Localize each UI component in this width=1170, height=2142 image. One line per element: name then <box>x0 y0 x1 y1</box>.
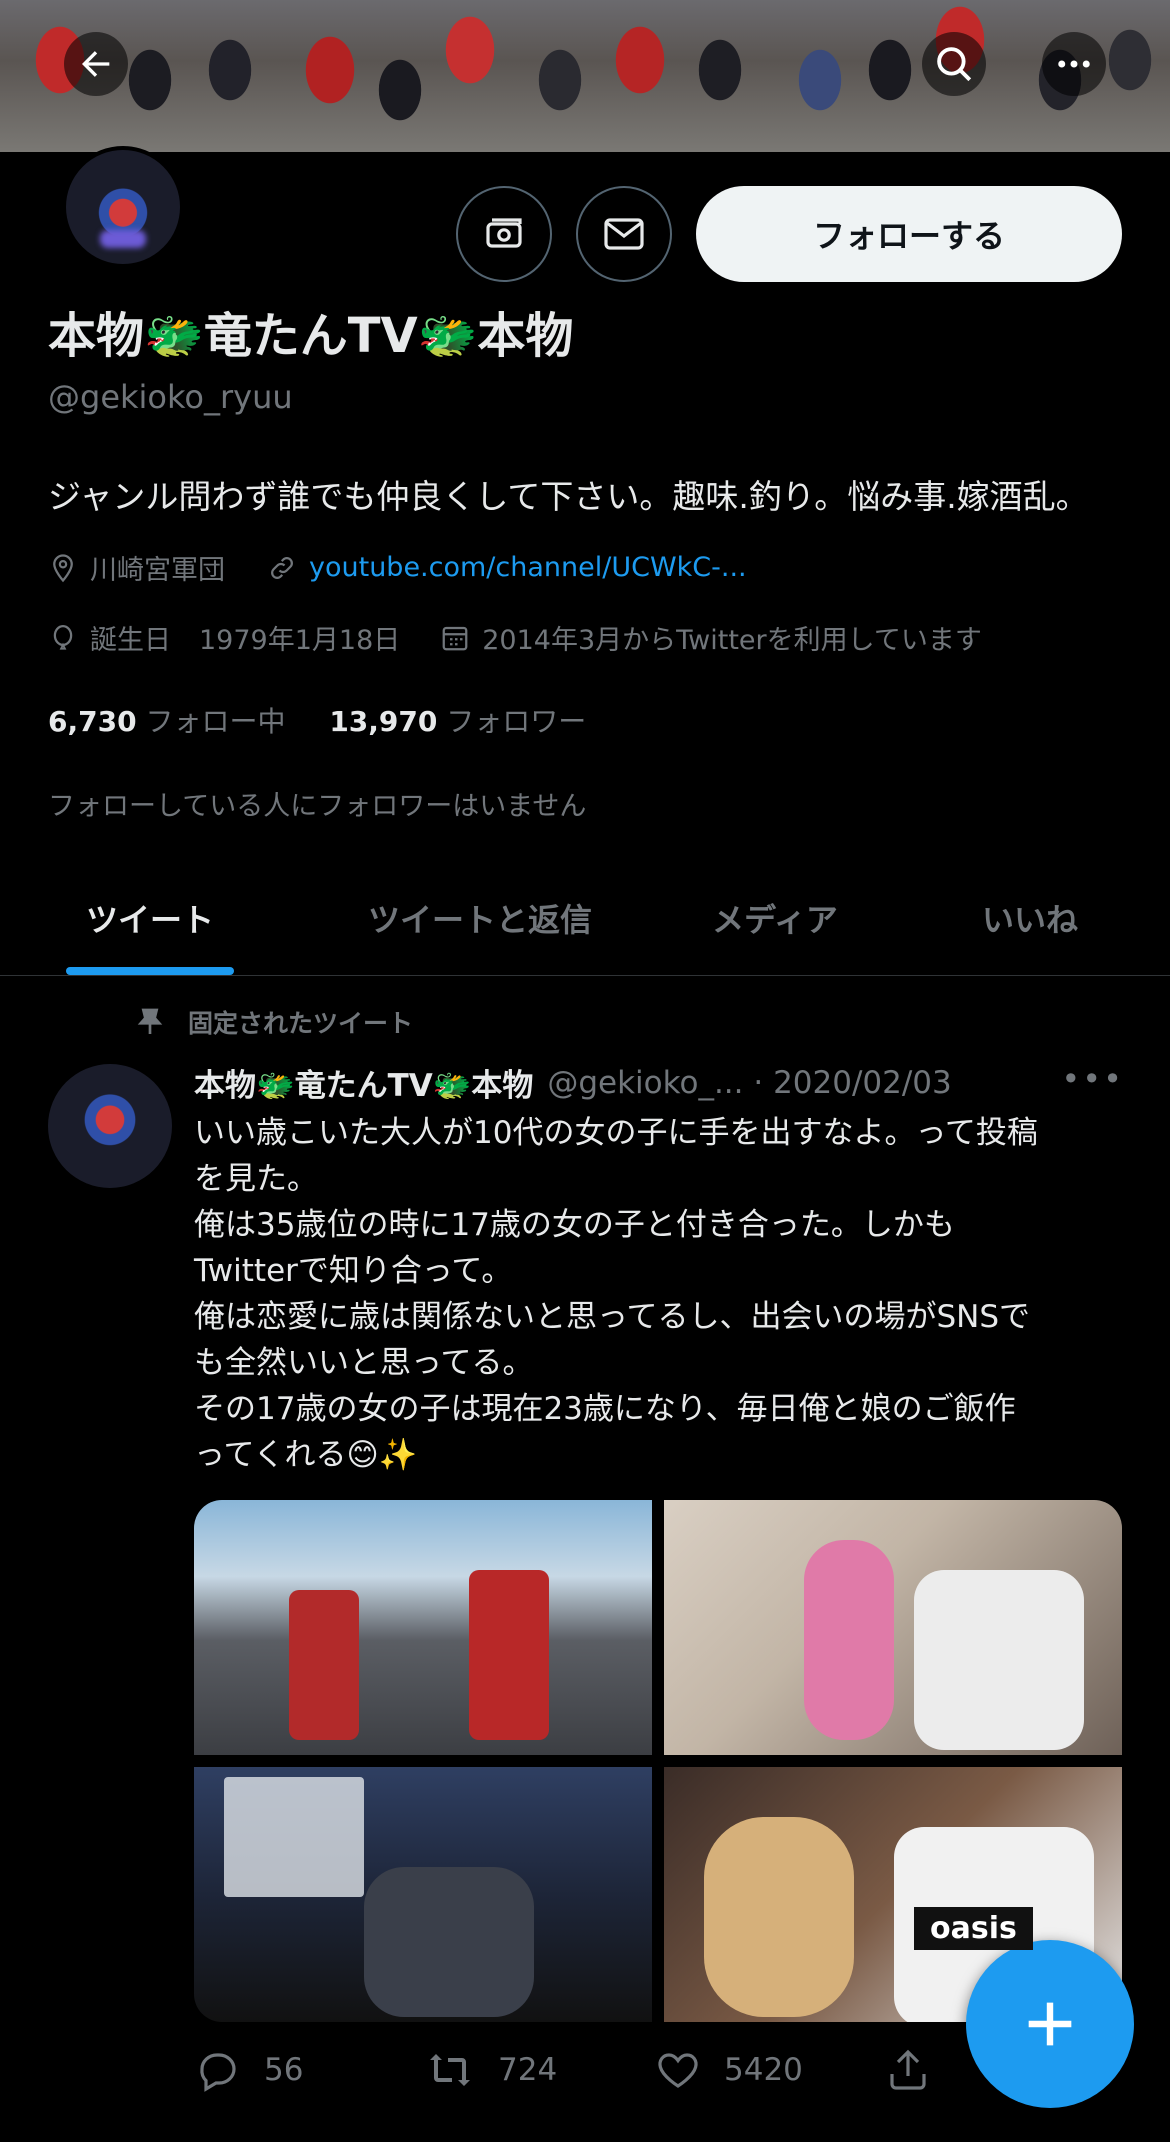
like-count: 5420 <box>724 2052 803 2088</box>
profile-bio: ジャンル問わず誰でも仲良くして下さい。趣味.釣り。悩み事.嫁酒乱。 <box>48 477 1089 516</box>
tweet-line: その17歳の女の子は現在23歳になり、毎日俺と娘のご飯作 <box>194 1391 1016 1427</box>
profile-avatar[interactable] <box>62 146 184 268</box>
retweet-count: 724 <box>498 2052 558 2088</box>
profile-stats: 6,730 フォロー中 13,970 フォロワー <box>48 700 586 740</box>
following-count: 6,730 <box>48 705 137 738</box>
search-icon <box>937 47 972 82</box>
tweet-line: ってくれる😊✨ <box>194 1437 418 1473</box>
more-dots-icon <box>1058 60 1090 68</box>
tweet-author-avatar[interactable] <box>48 1064 172 1188</box>
search-button[interactable] <box>922 32 986 96</box>
followers-count: 13,970 <box>329 705 438 738</box>
following-label: フォロー中 <box>145 705 286 738</box>
profile-birthday: 1979年1月18日 <box>199 625 401 656</box>
profile-joined: 2014年3月からTwitterを利用しています <box>482 625 982 656</box>
tweet-line: 俺は35歳位の時に17歳の女の子と付き合った。しかも <box>194 1207 955 1243</box>
compose-tweet-button[interactable] <box>966 1940 1134 2108</box>
tweet-header: 本物🐲竜たんTV🐲本物 @gekioko_... · 2020/02/03 ••… <box>194 1060 1134 1105</box>
tweet-author-name[interactable]: 本物🐲竜たんTV🐲本物 <box>194 1060 533 1105</box>
share-button[interactable] <box>884 2046 954 2094</box>
tab-likes[interactable]: いいね <box>890 860 1170 975</box>
following-link[interactable]: 6,730 フォロー中 <box>48 705 286 738</box>
back-arrow-icon <box>82 51 110 77</box>
shirt-logo-text: oasis <box>914 1907 1033 1950</box>
profile-meta-row-1: 川崎宮軍団 youtube.com/channel/UCWkC-... <box>48 548 747 587</box>
tab-media[interactable]: メディア <box>660 860 890 975</box>
tweet-line: を見た。 <box>194 1161 318 1197</box>
tweet-media-grid: oasis <box>194 1500 1122 2022</box>
envelope-icon <box>604 218 644 250</box>
profile-meta-row-2: 誕生日 1979年1月18日 2014年3月からTwitterを利用しています <box>48 618 982 657</box>
link-icon <box>271 556 293 579</box>
follow-button[interactable]: フォローする <box>696 186 1122 282</box>
more-button[interactable] <box>1042 32 1106 96</box>
tip-jar-button[interactable] <box>456 186 552 282</box>
tab-tweets[interactable]: ツイート <box>0 860 300 975</box>
retweet-icon <box>430 2054 470 2086</box>
tweet-photo-family[interactable] <box>664 1500 1122 1755</box>
reply-button[interactable]: 56 <box>194 2046 424 2094</box>
calendar-icon <box>442 626 468 650</box>
tweet-more-button[interactable]: ••• <box>1061 1060 1124 1098</box>
reply-count: 56 <box>264 2052 304 2088</box>
profile-banner[interactable] <box>0 0 1170 152</box>
followed-by-note: フォローしている人にフォロワーはいません <box>48 791 587 822</box>
message-button[interactable] <box>576 186 672 282</box>
share-icon <box>890 2049 926 2090</box>
tweet-line: も全然いいと思ってる。 <box>194 1345 534 1381</box>
profile-location: 川崎宮軍団 <box>90 555 225 586</box>
tweet-line: Twitterで知り合って。 <box>194 1253 513 1289</box>
tweet-photo-motorcycles[interactable] <box>194 1500 652 1755</box>
pinned-text: 固定されたツイート <box>188 1009 414 1038</box>
tab-tweets-and-replies[interactable]: ツイートと返信 <box>300 860 660 975</box>
profile-website-link[interactable]: youtube.com/channel/UCWkC-... <box>309 552 747 583</box>
profile-tabs: ツイート ツイートと返信 メディア いいね <box>0 860 1170 976</box>
retweet-button[interactable]: 724 <box>424 2046 654 2094</box>
money-icon <box>486 218 522 248</box>
tweet-actions: 56 724 5420 <box>194 2040 954 2100</box>
pinned-tweet-label: 固定されたツイート <box>134 1004 413 1040</box>
tweet-text: いい歳こいた大人が10代の女の子に手を出すなよ。って投稿 を見た。 俺は35歳位… <box>194 1110 1134 1478</box>
birthday-label: 誕生日 <box>90 625 171 656</box>
followers-label: フォロワー <box>446 705 587 738</box>
banner-photo <box>0 0 1170 152</box>
profile-handle: @gekioko_ryuu <box>48 378 293 416</box>
location-pin-icon <box>53 553 73 582</box>
tweet-line: 俺は恋愛に歳は関係ないと思ってるし、出会いの場がSNSで <box>194 1299 1030 1335</box>
pin-icon <box>137 1008 163 1034</box>
back-button[interactable] <box>64 32 128 96</box>
reply-icon <box>200 2053 236 2092</box>
plus-icon <box>1028 2002 1072 2046</box>
tweet-author-meta: @gekioko_... · 2020/02/03 <box>547 1064 952 1101</box>
balloon-icon <box>53 624 73 650</box>
followers-link[interactable]: 13,970 フォロワー <box>329 705 586 738</box>
heart-icon <box>658 2053 698 2088</box>
like-button[interactable]: 5420 <box>654 2046 884 2094</box>
profile-display-name: 本物🐲竜たんTV🐲本物 <box>48 308 574 364</box>
tweet-line: いい歳こいた大人が10代の女の子に手を出すなよ。って投稿 <box>194 1115 1038 1151</box>
tweet-photo-night-ride[interactable] <box>194 1767 652 2022</box>
